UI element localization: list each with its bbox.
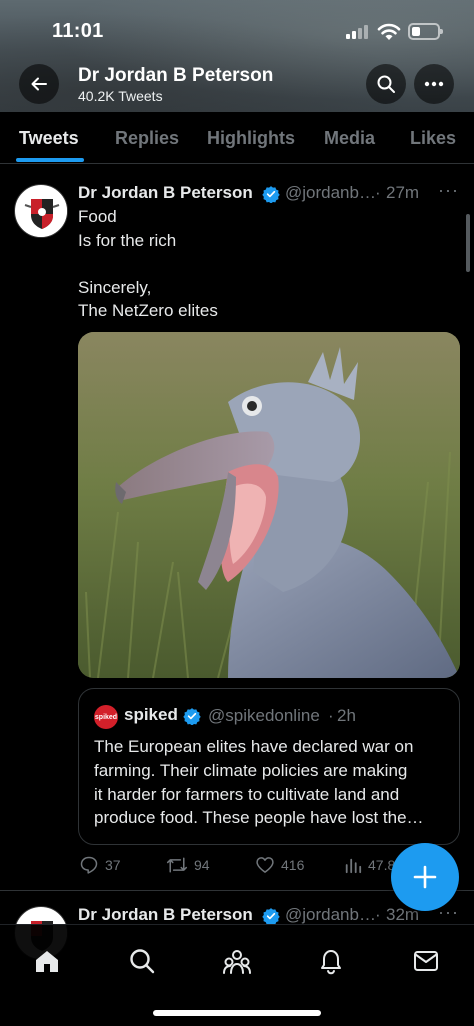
tab-highlights[interactable]: Highlights bbox=[207, 128, 295, 149]
tweet-author-name[interactable]: Dr Jordan B Peterson bbox=[78, 183, 253, 203]
cellular-signal-icon bbox=[346, 25, 370, 39]
verified-badge-icon bbox=[262, 186, 280, 203]
reply-icon bbox=[80, 856, 98, 874]
views-button[interactable]: 47.8 bbox=[344, 853, 395, 877]
quoted-author-name[interactable]: spiked bbox=[124, 705, 178, 725]
like-button[interactable]: 416 bbox=[255, 853, 304, 877]
quoted-text-line: farming. Their climate policies are maki… bbox=[94, 761, 408, 780]
reply-count: 37 bbox=[105, 857, 121, 873]
status-time: 11:01 bbox=[52, 20, 104, 42]
wifi-icon bbox=[377, 23, 401, 40]
quoted-tweet-card[interactable]: spiked spiked @spikedonline · 2h The Eur… bbox=[78, 688, 460, 845]
profile-header: 11:01 Dr Jordan B Peterson 40.2K Tweets bbox=[0, 0, 474, 112]
shoebill-bird-image bbox=[78, 332, 460, 678]
reply-button[interactable]: 37 bbox=[79, 853, 121, 877]
header-tweet-count: 40.2K Tweets bbox=[78, 88, 163, 104]
retweet-button[interactable]: 94 bbox=[166, 853, 210, 877]
quoted-handle[interactable]: @spikedonline bbox=[208, 706, 320, 726]
tab-media[interactable]: Media bbox=[324, 128, 375, 149]
tweet-meta-separator: · bbox=[375, 905, 381, 924]
communities-icon bbox=[223, 950, 251, 974]
status-bar: 11:01 bbox=[0, 0, 474, 62]
notifications-icon bbox=[321, 950, 341, 975]
heart-icon bbox=[256, 857, 274, 873]
tab-likes[interactable]: Likes bbox=[410, 128, 456, 149]
header-search-button[interactable] bbox=[366, 64, 406, 104]
coat-of-arms-icon bbox=[16, 186, 67, 237]
nav-search[interactable] bbox=[122, 941, 162, 981]
quoted-author-avatar[interactable]: spiked bbox=[94, 705, 118, 729]
scrollbar-thumb[interactable] bbox=[466, 214, 470, 272]
nav-communities[interactable] bbox=[217, 941, 257, 981]
quoted-timestamp[interactable]: 2h bbox=[337, 706, 356, 726]
tweet-text-line: Sincerely, bbox=[78, 278, 152, 297]
avatar[interactable] bbox=[14, 184, 68, 238]
back-button[interactable] bbox=[19, 64, 59, 104]
profile-tabs: Tweets Replies Highlights Media Likes bbox=[0, 112, 474, 164]
quoted-meta-separator: · bbox=[328, 706, 334, 725]
nav-home[interactable] bbox=[27, 941, 67, 981]
tweet-author-name[interactable]: Dr Jordan B Peterson bbox=[78, 905, 253, 925]
verified-badge-icon bbox=[262, 908, 280, 925]
tweet-text-line: Food bbox=[78, 207, 117, 226]
tweet-more-icon[interactable]: ··· bbox=[438, 180, 459, 201]
tweet-timestamp[interactable]: 27m bbox=[386, 183, 419, 203]
nav-notifications[interactable] bbox=[311, 941, 351, 981]
messages-icon bbox=[414, 951, 438, 971]
tab-tweets[interactable]: Tweets bbox=[19, 128, 79, 149]
home-icon bbox=[36, 951, 58, 972]
header-more-button[interactable] bbox=[414, 64, 454, 104]
like-count: 416 bbox=[281, 857, 305, 873]
home-indicator[interactable] bbox=[153, 1010, 321, 1016]
tweet-handle[interactable]: @jordanb… bbox=[285, 905, 376, 925]
quoted-text-line: The European elites have declared war on bbox=[94, 737, 414, 756]
quoted-text-line: it harder for farmers to cultivate land … bbox=[94, 785, 400, 804]
battery-icon bbox=[408, 23, 443, 40]
tweet-media-image[interactable] bbox=[78, 332, 460, 678]
plus-icon bbox=[413, 865, 437, 889]
compose-tweet-button[interactable] bbox=[391, 843, 459, 911]
nav-messages[interactable] bbox=[406, 941, 446, 981]
more-horizontal-icon bbox=[424, 81, 444, 87]
active-tab-indicator bbox=[16, 158, 84, 162]
tweet-text-line: Is for the rich bbox=[78, 231, 177, 250]
retweet-icon bbox=[166, 857, 188, 873]
views-chart-icon bbox=[345, 858, 362, 874]
search-icon bbox=[130, 949, 155, 974]
verified-badge-icon bbox=[183, 708, 201, 725]
search-icon bbox=[377, 75, 395, 93]
header-profile-name: Dr Jordan B Peterson bbox=[78, 65, 274, 86]
tweet-handle[interactable]: @jordanb… bbox=[285, 183, 376, 203]
retweet-count: 94 bbox=[194, 857, 210, 873]
tab-replies[interactable]: Replies bbox=[115, 128, 179, 149]
back-arrow-icon bbox=[31, 77, 47, 91]
tweet-meta-separator: · bbox=[375, 183, 381, 202]
tweet-text-line: The NetZero elites bbox=[78, 301, 218, 320]
quoted-text-line: produce food. These people have lost the… bbox=[94, 808, 424, 827]
